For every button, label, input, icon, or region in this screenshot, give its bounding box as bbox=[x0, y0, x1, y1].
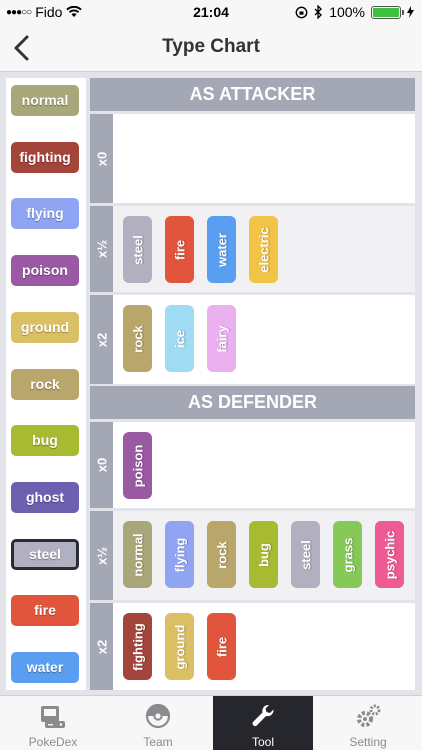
tab-label: Tool bbox=[251, 735, 274, 749]
type-button-bug[interactable]: bug bbox=[11, 425, 79, 457]
type-chip-flying[interactable]: flying bbox=[165, 521, 194, 588]
type-chip-fire[interactable]: fire bbox=[165, 216, 194, 283]
status-right: 100% bbox=[295, 4, 414, 20]
type-chip-psychic[interactable]: psychic bbox=[375, 521, 404, 588]
type-button-steel[interactable]: steel bbox=[11, 538, 79, 570]
tab-label: PokeDex bbox=[28, 735, 78, 749]
attacker-section: AS ATTACKER x0 x½ steel fire water electric x2… bbox=[90, 78, 415, 384]
rotation-lock-icon bbox=[295, 6, 308, 18]
type-button-fire[interactable]: fire bbox=[11, 595, 79, 627]
attacker-header: AS ATTACKER bbox=[90, 78, 415, 111]
defender-row: x2 fighting ground fire bbox=[90, 603, 415, 690]
tab-label: Setting bbox=[349, 735, 387, 749]
row-body: steel fire water electric bbox=[113, 206, 415, 292]
bluetooth-icon bbox=[314, 5, 323, 19]
attacker-row: x2 rock ice fairy bbox=[90, 295, 415, 384]
wrench-icon bbox=[248, 702, 278, 730]
type-chip-poison[interactable]: poison bbox=[123, 432, 152, 499]
type-chip-normal[interactable]: normal bbox=[123, 521, 152, 588]
type-button-ground[interactable]: ground bbox=[11, 311, 79, 343]
multiplier-label: x2 bbox=[90, 295, 113, 384]
pokeball-icon bbox=[143, 702, 173, 730]
defender-row: x½ normal flying rock bug steel grass psychic bbox=[90, 511, 415, 600]
multiplier-label: x½ bbox=[90, 511, 113, 600]
type-chip-fairy[interactable]: fairy bbox=[207, 305, 236, 372]
gears-icon bbox=[353, 702, 383, 730]
battery-icon bbox=[371, 5, 404, 19]
charging-bolt-icon bbox=[407, 6, 414, 18]
battery-percent: 100% bbox=[329, 4, 365, 20]
status-bar: ●●●○○ Fido 21:04 100% bbox=[0, 0, 422, 24]
row-body: fighting ground fire bbox=[113, 603, 415, 690]
tab-pokedex[interactable]: PokeDex bbox=[3, 696, 103, 750]
multiplier-label: x2 bbox=[90, 603, 113, 690]
type-chip-electric[interactable]: electric bbox=[249, 216, 278, 283]
tab-tool[interactable]: Tool bbox=[213, 696, 313, 750]
type-chip-rock[interactable]: rock bbox=[123, 305, 152, 372]
gameboy-icon bbox=[38, 702, 68, 730]
type-chip-fighting[interactable]: fighting bbox=[123, 613, 152, 680]
type-chip-grass[interactable]: grass bbox=[333, 521, 362, 588]
type-button-normal[interactable]: normal bbox=[11, 85, 79, 116]
type-button-rock[interactable]: rock bbox=[11, 368, 79, 400]
type-chip-steel[interactable]: steel bbox=[291, 521, 320, 588]
type-button-water[interactable]: water bbox=[11, 652, 79, 683]
tab-label: Team bbox=[143, 735, 173, 749]
type-button-ghost[interactable]: ghost bbox=[11, 481, 79, 513]
page-title: Type Chart bbox=[162, 36, 260, 57]
defender-row: x0 poison bbox=[90, 422, 415, 508]
row-body: rock ice fairy bbox=[113, 295, 415, 384]
attacker-row: x½ steel fire water electric bbox=[90, 206, 415, 292]
multiplier-label: x0 bbox=[90, 422, 113, 508]
row-body: normal flying rock bug steel grass psychic bbox=[113, 511, 415, 600]
multiplier-label: x0 bbox=[90, 114, 113, 203]
type-chip-ground[interactable]: ground bbox=[165, 613, 194, 680]
nav-bar: Type Chart bbox=[0, 24, 422, 72]
tab-team[interactable]: Team bbox=[108, 696, 208, 750]
defender-header: AS DEFENDER bbox=[90, 386, 415, 419]
tab-bar: PokeDex Team Tool Setting bbox=[0, 695, 422, 750]
attacker-row: x0 bbox=[90, 114, 415, 203]
type-chip-bug[interactable]: bug bbox=[249, 521, 278, 588]
row-body bbox=[113, 114, 415, 203]
type-button-flying[interactable]: flying bbox=[11, 198, 79, 230]
type-button-poison[interactable]: poison bbox=[11, 255, 79, 287]
row-body: poison bbox=[113, 422, 415, 508]
type-chip-rock[interactable]: rock bbox=[207, 521, 236, 588]
multiplier-label: x½ bbox=[90, 206, 113, 292]
defender-section: AS DEFENDER x0 poison x½ normal flying rock bu… bbox=[90, 386, 415, 690]
type-chip-steel[interactable]: steel bbox=[123, 216, 152, 283]
type-chip-water[interactable]: water bbox=[207, 216, 236, 283]
tab-setting[interactable]: Setting bbox=[318, 696, 418, 750]
type-chip-fire[interactable]: fire bbox=[207, 613, 236, 680]
type-list: normal fighting flying poison ground rock bug g… bbox=[6, 78, 86, 690]
type-button-fighting[interactable]: fighting bbox=[11, 141, 79, 173]
type-chip-ice[interactable]: ice bbox=[165, 305, 194, 372]
